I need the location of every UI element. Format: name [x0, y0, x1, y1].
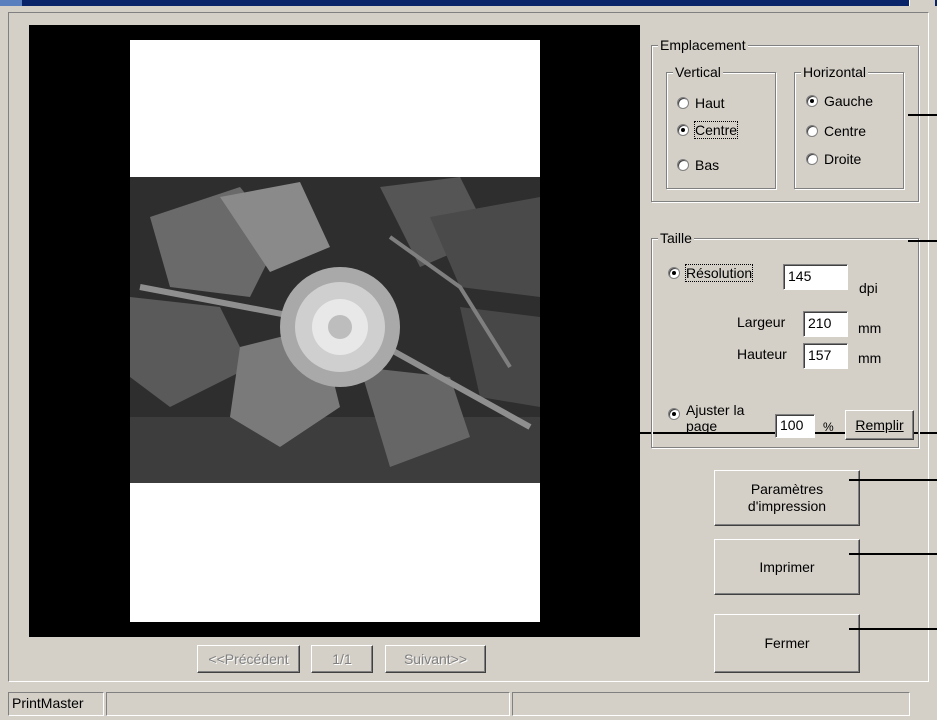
- print-preview: [29, 25, 640, 637]
- radio-vertical-bas[interactable]: Bas: [677, 157, 719, 173]
- ajuster-unit: %: [823, 420, 834, 434]
- radio-label: Droite: [824, 151, 862, 167]
- preview-page: [130, 40, 540, 622]
- status-pane-2: [106, 692, 510, 716]
- callout-line-imprimer: [849, 553, 937, 555]
- hauteur-input[interactable]: 157: [803, 343, 848, 369]
- largeur-label: Largeur: [737, 314, 786, 330]
- callout-line-fermer: [849, 628, 937, 630]
- radio-horizontal-gauche[interactable]: Gauche: [806, 93, 873, 109]
- radio-label: Gauche: [824, 93, 874, 109]
- hauteur-unit: mm: [858, 350, 882, 366]
- radio-label: Centre: [824, 123, 867, 139]
- preview-photo: [130, 177, 540, 483]
- largeur-unit: mm: [858, 320, 882, 336]
- parametres-impression-button[interactable]: Paramètres d'impression: [714, 470, 860, 526]
- radio-resolution[interactable]: Résolution: [668, 264, 754, 282]
- previous-button[interactable]: <<Précédent: [197, 645, 300, 673]
- radio-button[interactable]: [668, 408, 680, 420]
- callout-line-parametres: [849, 479, 937, 481]
- status-bar: PrintMaster: [0, 690, 937, 720]
- radio-button[interactable]: [677, 97, 689, 109]
- radio-button[interactable]: [677, 159, 689, 171]
- fermer-button[interactable]: Fermer: [714, 614, 860, 673]
- status-app-name: PrintMaster: [8, 692, 104, 716]
- horizontal-legend: Horizontal: [801, 64, 869, 80]
- photo-image: [130, 177, 540, 483]
- callout-line-taille: [908, 240, 937, 242]
- next-button[interactable]: Suivant>>: [385, 645, 486, 673]
- callout-line-emplacement: [908, 114, 937, 116]
- page-indicator: 1/1: [311, 645, 373, 673]
- emplacement-legend: Emplacement: [658, 37, 748, 53]
- radio-button[interactable]: [677, 124, 689, 136]
- vertical-legend: Vertical: [673, 64, 723, 80]
- title-bar: [0, 0, 937, 6]
- radio-label: Centre: [693, 121, 739, 139]
- resolution-label: Résolution: [684, 264, 754, 282]
- hauteur-label: Hauteur: [737, 346, 787, 362]
- app-icon[interactable]: [0, 0, 22, 6]
- resolution-input[interactable]: 145: [783, 264, 848, 290]
- close-button[interactable]: [909, 0, 935, 6]
- radio-vertical-centre[interactable]: Centre: [677, 121, 739, 139]
- radio-button[interactable]: [806, 125, 818, 137]
- imprimer-button[interactable]: Imprimer: [714, 539, 860, 595]
- taille-legend: Taille: [658, 230, 694, 246]
- status-pane-3: [512, 692, 910, 716]
- radio-button[interactable]: [806, 95, 818, 107]
- ajuster-label: Ajuster la page: [686, 402, 745, 434]
- remplir-button[interactable]: Remplir: [845, 410, 914, 440]
- radio-button[interactable]: [806, 153, 818, 165]
- remplir-label: Remplir: [855, 416, 904, 433]
- resolution-unit: dpi: [859, 280, 878, 296]
- radio-label: Bas: [695, 157, 720, 173]
- radio-label: Haut: [695, 95, 725, 111]
- radio-horizontal-centre[interactable]: Centre: [806, 123, 866, 139]
- radio-ajuster[interactable]: Ajuster la page: [668, 402, 756, 434]
- radio-button[interactable]: [668, 267, 680, 279]
- radio-horizontal-droite[interactable]: Droite: [806, 151, 861, 167]
- radio-vertical-haut[interactable]: Haut: [677, 95, 725, 111]
- ajuster-input[interactable]: 100: [775, 414, 815, 438]
- largeur-input[interactable]: 210: [803, 311, 848, 337]
